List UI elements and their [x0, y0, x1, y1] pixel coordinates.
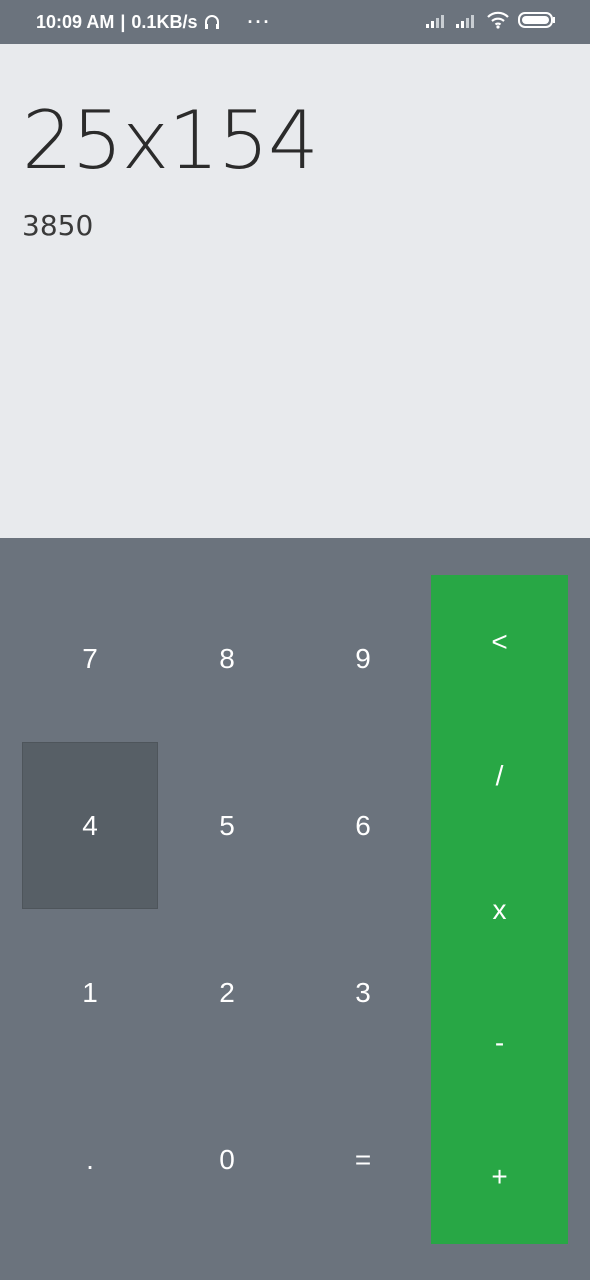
multiply-button[interactable]: x	[431, 843, 568, 977]
key-7[interactable]: 7	[22, 575, 158, 742]
signal-icon	[456, 12, 478, 33]
operator-column: < / x - +	[431, 575, 568, 1244]
key-6[interactable]: 6	[295, 742, 431, 909]
status-left: 10:09 AM | 0.1KB/s ···	[36, 0, 271, 44]
status-time: 10:09 AM	[36, 11, 115, 32]
headset-icon	[203, 13, 221, 31]
calculator-display: 25x154 3850	[0, 44, 590, 538]
signal-icon	[426, 12, 448, 33]
status-bar: 10:09 AM | 0.1KB/s ···	[0, 0, 590, 44]
key-equals[interactable]: =	[295, 1076, 431, 1243]
key-1[interactable]: 1	[22, 909, 158, 1076]
status-right	[426, 0, 556, 44]
result-display: 3850	[22, 209, 94, 242]
battery-icon	[518, 11, 556, 34]
backspace-button[interactable]: <	[431, 575, 568, 709]
key-9[interactable]: 9	[295, 575, 431, 742]
key-5[interactable]: 5	[159, 742, 295, 909]
keypad: 7 8 9 4 5 6 1 2 3 . 0 = < / x - +	[0, 538, 590, 1280]
key-4[interactable]: 4	[22, 742, 158, 909]
key-0[interactable]: 0	[159, 1076, 295, 1243]
wifi-icon	[486, 11, 510, 34]
key-2[interactable]: 2	[159, 909, 295, 1076]
key-8[interactable]: 8	[159, 575, 295, 742]
expression-display: 25x154	[22, 94, 319, 187]
subtract-button[interactable]: -	[431, 976, 568, 1110]
key-3[interactable]: 3	[295, 909, 431, 1076]
divide-button[interactable]: /	[431, 709, 568, 843]
more-notifications-icon: ···	[247, 11, 272, 32]
status-separator: |	[120, 11, 126, 32]
key-decimal[interactable]: .	[22, 1076, 158, 1243]
add-button[interactable]: +	[431, 1110, 568, 1244]
network-speed: 0.1KB/s	[131, 11, 198, 32]
